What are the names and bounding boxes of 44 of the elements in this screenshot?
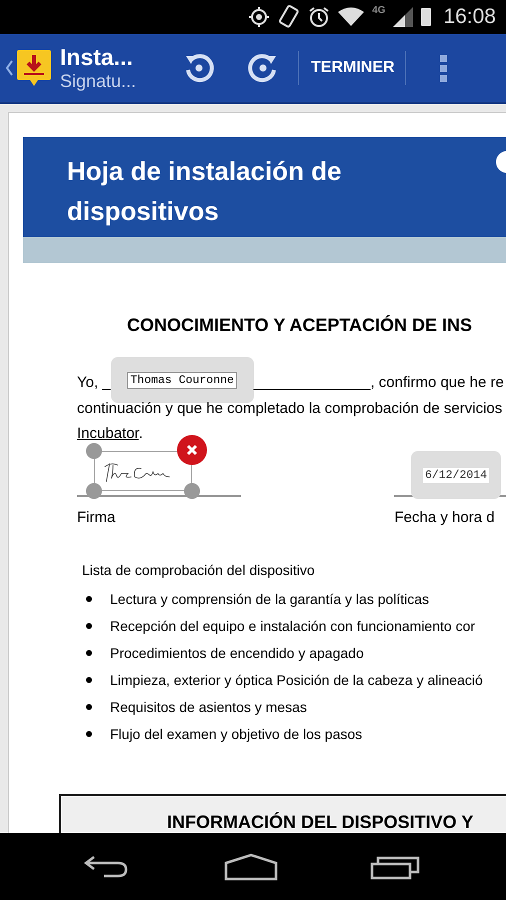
checklist-item: Requisitos de asientos y mesas [110, 699, 307, 715]
bullet-icon [86, 623, 92, 629]
bullet-icon [86, 596, 92, 602]
checklist-item: Limpieza, exterior y óptica Posición de la cabeza y alineació [110, 672, 483, 688]
date-value: 6/12/2014 [422, 468, 490, 482]
clock-time: 16:08 [443, 5, 496, 29]
signature-label: Firma [77, 508, 116, 526]
device-link[interactable]: Incubator [77, 425, 139, 442]
resize-handle[interactable] [86, 443, 102, 459]
header-title: Hoja de instalación de dispositivos [67, 155, 343, 228]
resize-handle[interactable] [184, 483, 200, 499]
finish-button[interactable]: TERMINER [299, 51, 405, 85]
checklist-item: Recepción del equipo e instalación con funcionamiento cor [110, 618, 476, 634]
document-subtitle: Signatu... [60, 71, 138, 92]
alarm-icon [308, 6, 330, 28]
signal-icon [393, 7, 414, 27]
checklist-title: Lista de comprobación del dispositivo [82, 562, 316, 578]
bullet-icon [86, 677, 92, 683]
home-icon[interactable] [224, 852, 278, 880]
date-label: Fecha y hora d [394, 508, 496, 526]
app-logo [16, 48, 52, 88]
period-text: . [138, 425, 143, 442]
bullet-icon [86, 731, 92, 737]
paragraph-text: Yo, _ [77, 374, 111, 391]
date-field[interactable]: 6/12/2014 [411, 451, 501, 499]
document-title: Insta... [60, 44, 134, 71]
checklist-item: Procedimientos de encendido y apagado [110, 645, 364, 661]
resize-handle[interactable] [86, 483, 102, 499]
phone-rotate-icon [278, 5, 300, 29]
section-heading: CONOCIMIENTO Y ACEPTACIÓN DE INS [127, 315, 474, 336]
name-field[interactable]: Thomas Couronne [110, 357, 254, 404]
battery-icon [421, 8, 432, 26]
bullet-icon [86, 650, 92, 656]
name-value: Thomas Couronne [127, 372, 237, 389]
wifi-icon [338, 7, 364, 27]
section-title: INFORMACIÓN DEL DISPOSITIVO Y [167, 812, 474, 832]
location-icon [248, 6, 270, 28]
delete-icon[interactable] [177, 435, 207, 465]
network-type: 4G [372, 5, 386, 16]
paragraph-text: ______________, confirmo que he re [254, 374, 504, 391]
checklist-item: Lectura y comprensión de la garantía y las políticas [110, 591, 430, 607]
bullet-icon [86, 704, 92, 710]
checklist-item: Flujo del examen y objetivo de los pasos [110, 726, 362, 742]
chevron-icon [5, 60, 13, 76]
